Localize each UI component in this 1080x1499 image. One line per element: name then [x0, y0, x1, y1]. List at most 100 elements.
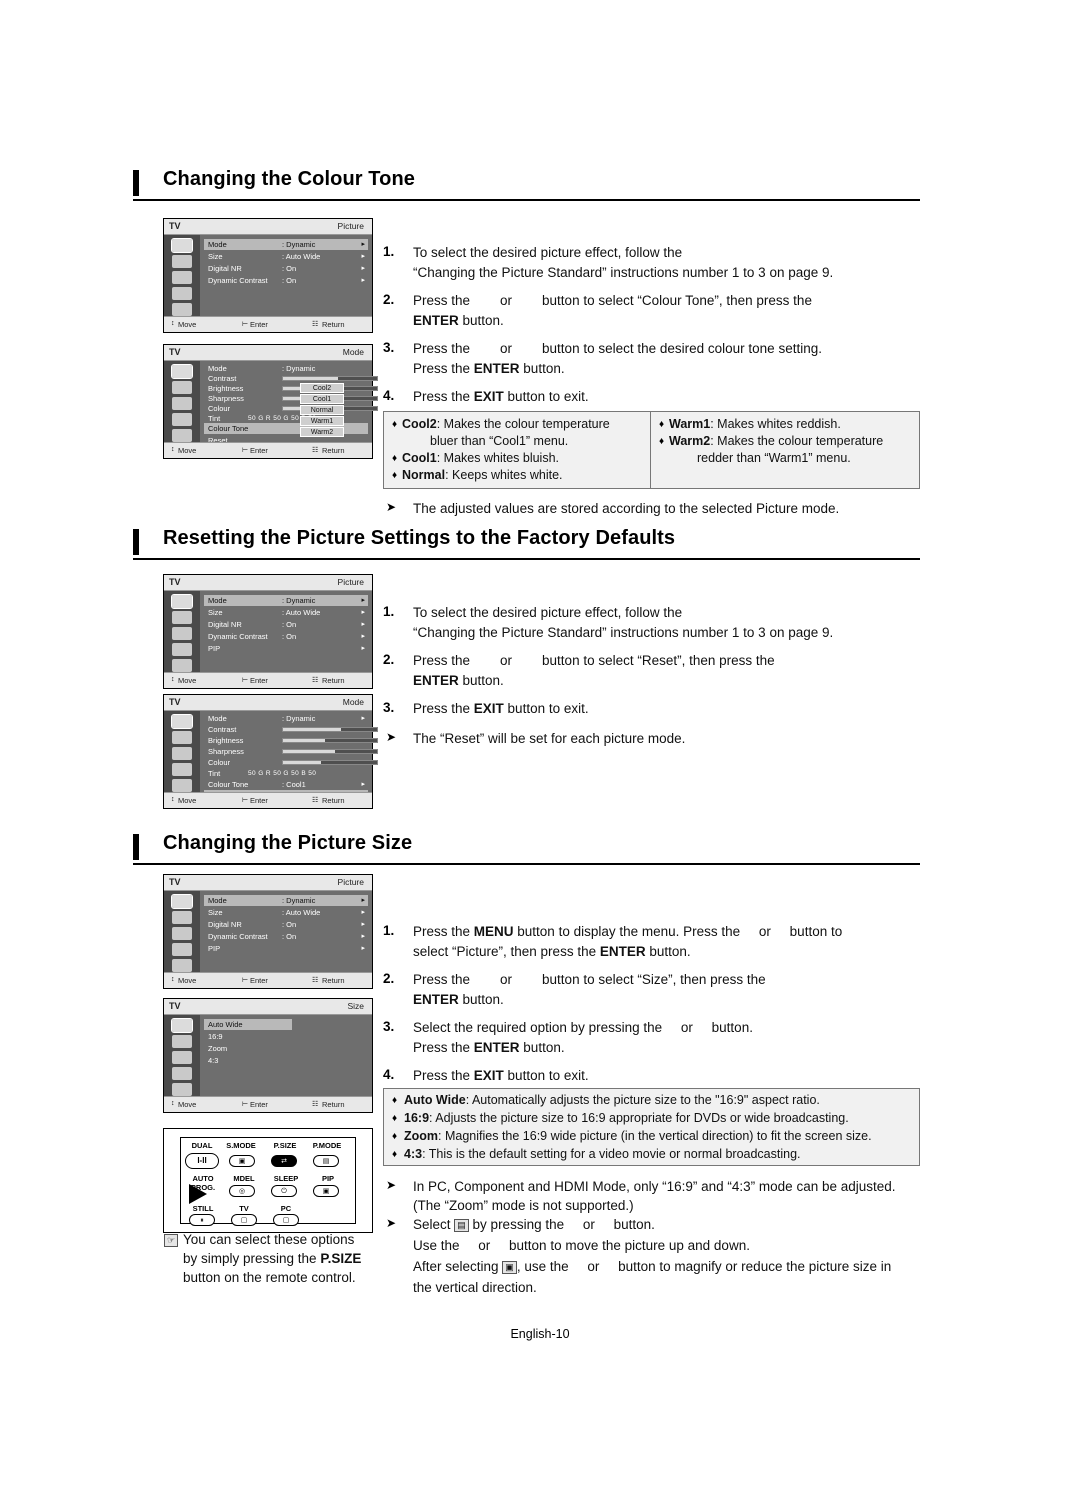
sound-icon[interactable] [172, 381, 192, 394]
mdel-button[interactable]: ◎ [229, 1185, 255, 1197]
osd-row[interactable]: Mode : Dynamic ▸ [204, 595, 368, 606]
osd-tv-label: TV [169, 577, 181, 587]
input-icon[interactable] [172, 659, 192, 672]
osd-enter-hint: Enter [250, 1100, 268, 1109]
osd-row-label: Mode [208, 714, 227, 723]
pip-button[interactable]: ▣ [313, 1185, 339, 1197]
brightness-slider[interactable] [282, 738, 378, 743]
setup-icon[interactable] [172, 943, 192, 956]
picture-icon[interactable] [171, 238, 193, 253]
sound-icon[interactable] [172, 611, 192, 624]
colour-slider[interactable] [282, 760, 378, 765]
heading-rule [133, 558, 920, 560]
smode-button[interactable]: ▣ [229, 1155, 255, 1167]
osd-tv-label: TV [169, 221, 181, 231]
setup-icon[interactable] [172, 287, 192, 300]
tone-option-normal[interactable]: Normal [300, 405, 344, 415]
osd-row[interactable]: Digital NR : On ▸ [204, 619, 368, 630]
osd-row[interactable]: Size : Auto Wide ▸ [204, 251, 368, 262]
sound-icon[interactable] [172, 1035, 192, 1048]
osd-row-value: : Dynamic [282, 596, 316, 605]
osd-row[interactable]: Mode : Dynamic ▸ [204, 895, 368, 906]
setup-icon[interactable] [172, 1067, 192, 1080]
magnify-glyph-icon: ▣ [502, 1260, 517, 1274]
step-number: 2. [383, 971, 395, 986]
osd-row[interactable]: Mode : Dynamic ▸ [204, 713, 368, 724]
channel-icon[interactable] [172, 627, 192, 640]
tone-option-cool1[interactable]: Cool1 [300, 394, 344, 404]
setup-icon[interactable] [172, 763, 192, 776]
input-icon[interactable] [172, 1083, 192, 1096]
input-icon[interactable] [172, 429, 192, 442]
dual-button[interactable]: I-II [185, 1153, 219, 1169]
setup-icon[interactable] [172, 413, 192, 426]
sound-icon[interactable] [172, 731, 192, 744]
tone-option-cool2[interactable]: Cool2 [300, 383, 344, 393]
osd-row-label: Digital NR [208, 620, 242, 629]
picture-icon[interactable] [171, 894, 193, 909]
sharpness-slider[interactable] [282, 749, 378, 754]
osd-row[interactable]: Mode : Dynamic ▸ [204, 239, 368, 250]
osd-row[interactable]: 16:9 [204, 1031, 368, 1042]
remote-note-text: button on the remote control. [183, 1270, 356, 1285]
osd-move-hint: Move [178, 320, 197, 329]
picture-icon[interactable] [171, 714, 193, 729]
osd-return-hint: Return [322, 320, 345, 329]
tone-option-warm1[interactable]: Warm1 [300, 416, 344, 426]
osd-row[interactable]: Brightness 50 [204, 735, 394, 746]
osd-row[interactable]: Colour Tone : Cool1 ▸ [204, 779, 368, 790]
osd-row[interactable]: PIP ▸ [204, 943, 368, 954]
sound-icon[interactable] [172, 255, 192, 268]
osd-row[interactable]: Dynamic Contrast : On ▸ [204, 631, 368, 642]
osd-row[interactable]: Tint 50 G R 50 G 50 B 50 [204, 768, 368, 779]
osd-row[interactable]: Colour 55 [204, 757, 394, 768]
updown-icon: ↕ [171, 1100, 175, 1107]
still-button[interactable]: ⏸ [189, 1214, 215, 1226]
tip-text: 16:9: Adjusts the picture size to 16:9 a… [404, 1111, 849, 1125]
tv-button[interactable]: ▢ [231, 1214, 257, 1226]
chevron-right-icon: ▸ [361, 609, 365, 616]
osd-row[interactable]: Dynamic Contrast : On ▸ [204, 275, 368, 286]
osd-row[interactable]: PIP ▸ [204, 643, 368, 654]
updown-icon: ↕ [171, 320, 175, 327]
osd-row[interactable]: Digital NR : On ▸ [204, 263, 368, 274]
sleep-button[interactable]: ⏻ [271, 1185, 297, 1197]
input-icon[interactable] [172, 779, 192, 792]
contrast-slider[interactable] [282, 727, 378, 732]
channel-icon[interactable] [172, 1051, 192, 1064]
osd-row[interactable]: Size : Auto Wide ▸ [204, 607, 368, 618]
osd-row[interactable]: Digital NR : On ▸ [204, 919, 368, 930]
setup-icon[interactable] [172, 643, 192, 656]
psize-button[interactable]: ⇄ [271, 1155, 297, 1167]
osd-row-value: : Dynamic [282, 364, 316, 373]
osd-row[interactable]: Contrast 100 [204, 724, 399, 735]
osd-row-value: : Auto Wide [282, 252, 321, 261]
osd-row[interactable]: Dynamic Contrast : On ▸ [204, 931, 368, 942]
osd-row[interactable]: Sharpness 75 [204, 746, 394, 757]
channel-icon[interactable] [172, 747, 192, 760]
osd-row[interactable]: Zoom [204, 1043, 368, 1054]
osd-menu-title: Mode [342, 347, 364, 357]
osd-row[interactable]: Size : Auto Wide ▸ [204, 907, 368, 918]
tone-option-warm2[interactable]: Warm2 [300, 427, 344, 437]
input-icon[interactable] [172, 303, 192, 316]
channel-icon[interactable] [172, 271, 192, 284]
contrast-slider[interactable] [282, 376, 378, 381]
picture-icon[interactable] [171, 364, 193, 379]
channel-icon[interactable] [172, 927, 192, 940]
sound-icon[interactable] [172, 911, 192, 924]
remote-label-still: STILL [192, 1204, 214, 1213]
osd-row[interactable]: Auto Wide [204, 1019, 292, 1030]
picture-icon[interactable] [171, 1018, 193, 1033]
picture-icon[interactable] [171, 594, 193, 609]
osd-row-label: Brightness [208, 384, 244, 393]
osd-row[interactable]: 4:3 [204, 1055, 368, 1066]
step-text: Press the ENTER button. [413, 361, 565, 376]
pmode-button[interactable]: ▤ [313, 1155, 339, 1167]
heading-accent-bar [133, 170, 139, 196]
input-icon[interactable] [172, 959, 192, 972]
channel-icon[interactable] [172, 397, 192, 410]
osd-move-hint: Move [178, 796, 197, 805]
pc-button[interactable]: ▢ [273, 1214, 299, 1226]
updown-icon: ↕ [171, 446, 175, 453]
